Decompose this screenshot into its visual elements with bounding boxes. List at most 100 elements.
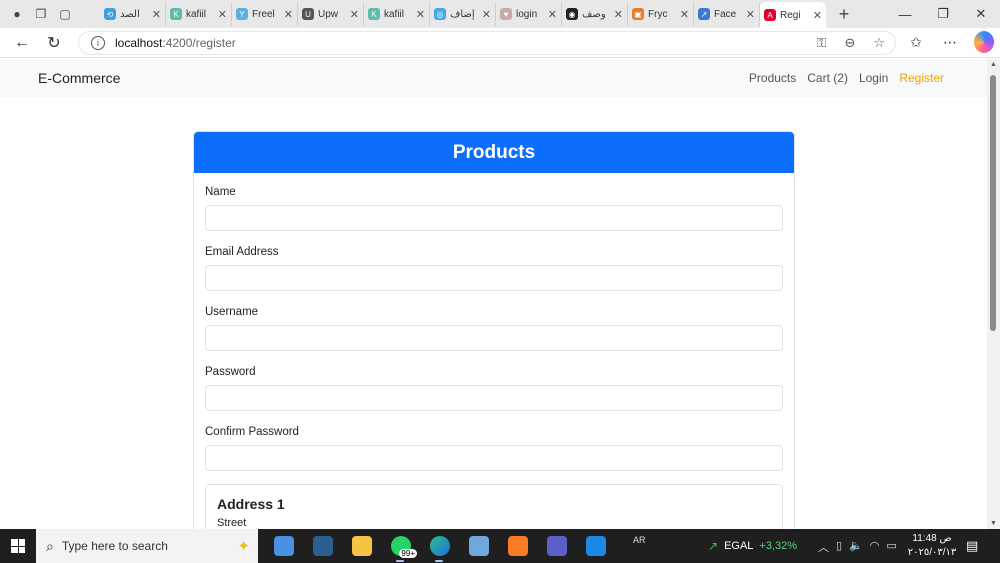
language-indicator[interactable]: AR	[633, 535, 646, 545]
tab-close-icon[interactable]: ✕	[152, 8, 161, 21]
clock-time: 11:48 ص	[912, 533, 952, 544]
username-group: Username	[205, 306, 783, 351]
register-card: Products Name Email Address Username Pas…	[193, 131, 795, 529]
stock-trend-icon: ↗	[708, 539, 719, 553]
tab-title: إضاف	[450, 8, 475, 20]
terminal-app-icon[interactable]	[303, 529, 342, 563]
file-explorer-icon[interactable]	[342, 529, 381, 563]
volume-icon[interactable]: 🔈	[849, 539, 863, 555]
edge-browser-icon[interactable]	[420, 529, 459, 563]
notification-icon[interactable]: ▤	[966, 538, 978, 554]
url-host: localhost	[115, 36, 163, 50]
tab-close-icon[interactable]: ✕	[813, 9, 822, 22]
browser-tab[interactable]: Kkafiil ✕	[364, 2, 430, 26]
windows-taskbar: ⌕ Type here to search ✦ 99+ AR ↗ EGAL +3…	[0, 529, 1000, 563]
tab-title: Fryc	[648, 8, 668, 20]
tab-favicon-icon: ▣	[632, 8, 644, 20]
zoom-icon[interactable]: ⊖	[844, 35, 855, 51]
whatsapp-icon[interactable]: 99+	[381, 529, 420, 563]
profile-icon[interactable]: ●	[8, 5, 26, 23]
reload-icon[interactable]: ↻	[38, 28, 70, 58]
nav-link-cart[interactable]: Cart (2)	[807, 71, 848, 85]
confirm-password-input[interactable]	[205, 445, 783, 471]
scroll-down-icon[interactable]: ▼	[990, 520, 997, 527]
url-path: :4200/register	[162, 36, 236, 50]
workspaces-icon[interactable]: ❐	[32, 5, 50, 23]
restore-icon[interactable]: ❐	[924, 0, 962, 28]
scroll-up-icon[interactable]: ▲	[990, 61, 997, 68]
tab-close-icon[interactable]: ✕	[482, 8, 491, 21]
favorite-star-icon[interactable]: ☆	[873, 35, 885, 51]
tab-close-icon[interactable]: ✕	[746, 8, 755, 21]
tab-strip-left-controls: ● ❐ ▢	[0, 5, 100, 23]
browser-tab[interactable]: U Upw ✕	[298, 2, 364, 26]
tab-close-icon[interactable]: ✕	[218, 8, 227, 21]
vscode-app-icon[interactable]	[576, 529, 615, 563]
minimize-icon[interactable]: —	[886, 0, 924, 28]
browser-tab[interactable]: ♥ login ✕	[496, 2, 562, 26]
tab-list: ⟲ الصد ✕ Kkafiil ✕ Y Freel ✕ U Upw ✕ Kkafiil ✕ ◎ إضاف ✕…	[100, 0, 826, 28]
site-brand[interactable]: E-Commerce	[38, 70, 120, 86]
browser-tab[interactable]: Y Freel ✕	[232, 2, 298, 26]
favorites-icon[interactable]: ✩	[906, 31, 926, 53]
nav-link-products[interactable]: Products	[749, 71, 796, 85]
username-input[interactable]	[205, 325, 783, 351]
clock-date: ٢٠٢٥/٠٣/١٣	[907, 547, 957, 558]
password-key-icon[interactable]: ⚿	[817, 35, 827, 51]
tab-title: Face	[714, 8, 737, 20]
copilot-icon[interactable]	[974, 31, 994, 53]
close-window-icon[interactable]: ✕	[962, 0, 1000, 28]
browser-tab[interactable]: ◉ وصف ✕	[562, 2, 628, 26]
back-icon[interactable]: ←	[6, 28, 38, 58]
name-input[interactable]	[205, 205, 783, 231]
tab-favicon-icon: ↗	[698, 8, 710, 20]
page-scrollbar[interactable]: ▲ ▼	[987, 59, 1000, 529]
tab-close-icon[interactable]: ✕	[614, 8, 623, 21]
tab-close-icon[interactable]: ✕	[548, 8, 557, 21]
battery-icon[interactable]: ▭	[886, 539, 896, 555]
taskbar-clock[interactable]: 11:48 ص ٢٠٢٥/٠٣/١٣	[906, 532, 958, 560]
notepad-app-icon[interactable]	[459, 529, 498, 563]
browser-tab[interactable]: ↗ Face ✕	[694, 2, 760, 26]
tab-favicon-icon: ⟲	[104, 8, 116, 20]
scroll-thumb[interactable]	[990, 75, 996, 331]
tab-favicon-icon: K	[170, 8, 182, 20]
browser-tab[interactable]: Kkafiil ✕	[166, 2, 232, 26]
wifi-icon[interactable]: ◠	[870, 539, 880, 555]
site-navbar: E-Commerce Products Cart (2) Login Regis…	[0, 59, 987, 97]
tab-favicon-icon: ◎	[434, 8, 446, 20]
tab-close-icon[interactable]: ✕	[416, 8, 425, 21]
tab-favicon-icon: A	[764, 9, 776, 21]
stock-widget[interactable]: ↗ EGAL +3,32%	[708, 539, 797, 553]
password-input[interactable]	[205, 385, 783, 411]
sparkle-icon: ✦	[237, 538, 250, 555]
address-bar[interactable]: i localhost:4200/register ⚿ ⊖ ☆	[78, 31, 896, 55]
teams-app-icon[interactable]	[537, 529, 576, 563]
tab-close-icon[interactable]: ✕	[680, 8, 689, 21]
device-icon[interactable]: ▯	[836, 539, 842, 555]
email-input[interactable]	[205, 265, 783, 291]
tab-actions-icon[interactable]: ▢	[56, 5, 74, 23]
xampp-app-icon[interactable]	[498, 529, 537, 563]
new-tab-button[interactable]: +	[830, 2, 858, 26]
nav-links: Products Cart (2) Login Register	[749, 71, 949, 85]
start-button[interactable]	[0, 529, 36, 563]
browser-tab[interactable]: ⟲ الصد ✕	[100, 2, 166, 26]
tab-close-icon[interactable]: ✕	[350, 8, 359, 21]
stock-change: +3,32%	[759, 540, 798, 552]
tray-chevron-icon[interactable]: ︿	[818, 539, 829, 555]
tab-close-icon[interactable]: ✕	[284, 8, 293, 21]
browser-tab[interactable]: ▣ Fryc ✕	[628, 2, 694, 26]
taskbar-search[interactable]: ⌕ Type here to search ✦	[36, 529, 258, 563]
card-header: Products	[194, 132, 794, 173]
tab-title: Upw	[318, 8, 339, 20]
browser-tab[interactable]: A Regi ✕	[760, 2, 826, 28]
nav-link-register[interactable]: Register	[899, 71, 944, 85]
browser-tab[interactable]: ◎ إضاف ✕	[430, 2, 496, 26]
more-menu-icon[interactable]: ⋯	[940, 31, 960, 53]
site-info-icon[interactable]: i	[91, 36, 105, 50]
address-bar-actions: ⚿ ⊖ ☆	[817, 35, 885, 51]
store-app-icon[interactable]	[264, 529, 303, 563]
nav-link-login[interactable]: Login	[859, 71, 888, 85]
tab-title: Freel	[252, 8, 275, 20]
